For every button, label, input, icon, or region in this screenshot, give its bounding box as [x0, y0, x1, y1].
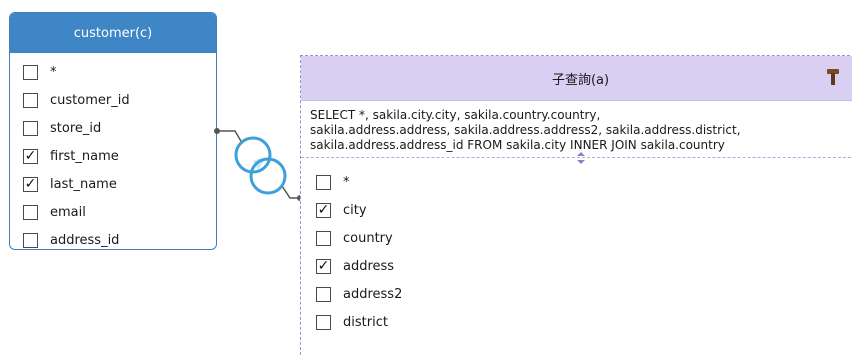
field-label: city [343, 202, 367, 218]
field-checkbox[interactable] [316, 314, 331, 330]
field-label: district [343, 314, 388, 330]
field-checkbox[interactable]: ✓ [316, 258, 331, 274]
join-line-right [281, 185, 300, 199]
field-label: country [343, 230, 393, 246]
field-label: address2 [343, 286, 403, 302]
join-anchor-left [214, 128, 220, 134]
field-checkbox[interactable] [316, 230, 331, 246]
field-label: address [343, 258, 395, 274]
resize-handle-icon[interactable] [576, 152, 586, 164]
field-checkbox[interactable] [316, 286, 331, 302]
field-row[interactable]: * [316, 171, 350, 193]
field-row[interactable]: address2 [316, 283, 402, 305]
field-checkbox[interactable]: ✓ [316, 202, 331, 218]
field-row[interactable]: country [316, 227, 393, 249]
subquery-title: 子查詢(a) [551, 72, 610, 88]
field-row[interactable]: ✓ address [316, 255, 394, 277]
field-row[interactable]: district [316, 311, 388, 333]
field-label: * [343, 174, 350, 190]
subquery-sql-text[interactable]: SELECT *, sakila.city.city, sakila.count… [310, 108, 850, 152]
field-checkbox[interactable] [316, 174, 331, 190]
sql-line: SELECT *, sakila.city.city, sakila.count… [310, 108, 601, 122]
sql-line: sakila.address.address, sakila.address.a… [310, 123, 741, 137]
hammer-icon[interactable] [826, 68, 842, 86]
field-row[interactable]: ✓ city [316, 199, 367, 221]
subquery-header[interactable]: 子查詢(a) [301, 56, 852, 101]
inner-join-circles-icon[interactable] [234, 136, 287, 195]
sql-line: sakila.address.address_id FROM sakila.ci… [310, 138, 725, 152]
subquery-card[interactable]: 子查詢(a) SELECT *, sakila.city.city, sakil… [300, 55, 852, 355]
